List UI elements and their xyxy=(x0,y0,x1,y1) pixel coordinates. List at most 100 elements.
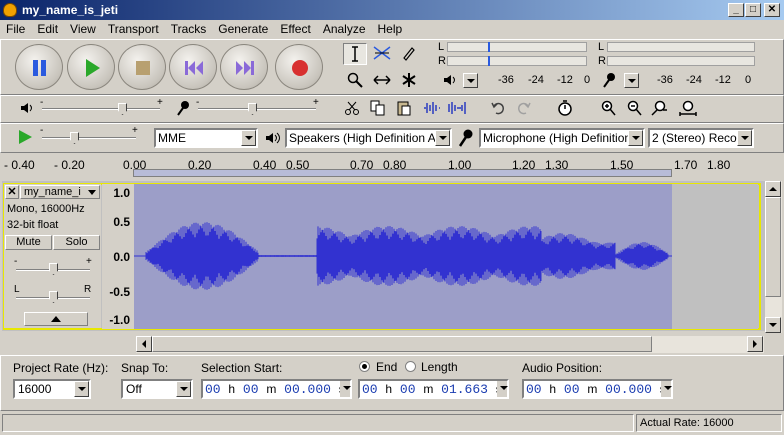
play-speed-slider[interactable] xyxy=(42,137,136,139)
play-scale-12: -12 xyxy=(557,74,573,86)
pencil-icon xyxy=(403,47,415,61)
horizontal-scrollbar[interactable] xyxy=(136,336,764,353)
ruler-tick-label: - 0.20 xyxy=(54,158,85,172)
zoom-tool[interactable] xyxy=(343,70,367,92)
sync-lock-button[interactable] xyxy=(553,98,577,120)
play-scale-36: -36 xyxy=(498,74,514,86)
audio-position-time[interactable]: 00 h 00 m 00.000 s xyxy=(522,379,673,399)
amplitude-label: -0.5 xyxy=(109,285,130,299)
project-rate-select[interactable]: 16000 xyxy=(13,379,91,399)
output-device-select[interactable]: Speakers (High Definition Audio xyxy=(285,128,452,148)
minimize-button[interactable]: _ xyxy=(728,3,744,17)
track-pan-thumb[interactable] xyxy=(49,291,58,303)
track-name-menu[interactable]: my_name_i xyxy=(20,185,100,199)
skip-to-end-button[interactable] xyxy=(220,44,268,90)
end-radio[interactable] xyxy=(359,361,370,372)
zoom-out-button[interactable] xyxy=(622,98,646,120)
menu-effect[interactable]: Effect xyxy=(274,20,316,36)
fit-selection-button[interactable] xyxy=(648,98,672,120)
snap-to-select[interactable]: Off xyxy=(121,379,193,399)
playback-meter-menu[interactable] xyxy=(463,73,479,89)
envelope-tool[interactable] xyxy=(370,43,394,65)
menu-view[interactable]: View xyxy=(64,20,102,36)
multi-tool[interactable] xyxy=(397,70,421,92)
amplitude-label: 0.5 xyxy=(113,215,130,229)
waveform-empty-region[interactable] xyxy=(672,184,758,329)
vertical-scrollbar[interactable] xyxy=(765,181,782,333)
track-collapse-button[interactable] xyxy=(24,312,88,326)
scroll-up-button[interactable] xyxy=(765,181,781,197)
status-message xyxy=(2,414,634,432)
audio-host-select[interactable]: MME xyxy=(154,128,258,148)
skip-to-start-button[interactable] xyxy=(169,44,217,90)
track-gain-thumb[interactable] xyxy=(49,263,58,275)
input-device-select[interactable]: Microphone (High Definition Au xyxy=(479,128,645,148)
track-close-button[interactable]: ✕ xyxy=(5,185,19,199)
menu-help[interactable]: Help xyxy=(372,20,409,36)
draw-tool[interactable] xyxy=(397,43,421,65)
copy-button[interactable] xyxy=(366,98,390,120)
pos-hours: 00 xyxy=(526,382,542,397)
output-volume-slider[interactable] xyxy=(42,108,160,110)
length-radio[interactable] xyxy=(405,361,416,372)
solo-button[interactable]: Solo xyxy=(53,235,100,250)
input-channels-select[interactable]: 2 (Stereo) Record xyxy=(648,128,754,148)
ruler-tick-label: 1.50 xyxy=(610,158,634,172)
pan-right-label: R xyxy=(84,284,92,295)
play-at-speed-button[interactable] xyxy=(16,128,34,149)
amplitude-label: -1.0 xyxy=(109,313,130,327)
i-beam-icon xyxy=(352,46,358,62)
ruler-tick-label: 1.70 xyxy=(674,158,698,172)
scroll-left-button[interactable] xyxy=(136,336,152,352)
menu-transport[interactable]: Transport xyxy=(102,20,165,36)
selection-tool[interactable] xyxy=(343,43,367,65)
pause-button[interactable] xyxy=(15,44,63,90)
record-meter-right xyxy=(607,56,755,66)
mute-button[interactable]: Mute xyxy=(5,235,52,250)
asterisk-icon xyxy=(402,73,416,87)
menu-file[interactable]: File xyxy=(0,20,31,36)
trim-button[interactable] xyxy=(420,98,444,120)
zoom-in-icon xyxy=(601,100,616,116)
vertical-scroll-thumb[interactable] xyxy=(765,197,781,297)
unit-h: h xyxy=(549,382,557,396)
skip-to-end-icon xyxy=(236,61,254,75)
record-button[interactable] xyxy=(275,44,323,90)
selection-start-label: Selection Start: xyxy=(201,361,283,375)
undo-button[interactable] xyxy=(486,98,510,120)
menu-generate[interactable]: Generate xyxy=(212,20,274,36)
magnifier-icon xyxy=(347,72,363,88)
stop-button[interactable] xyxy=(118,44,166,90)
chevron-down-icon xyxy=(497,381,508,397)
paste-button[interactable] xyxy=(392,98,416,120)
double-arrow-icon xyxy=(373,75,391,85)
selection-start-time[interactable]: 00 h 00 m 00.000 s xyxy=(201,379,352,399)
end-hours: 00 xyxy=(362,382,378,397)
timeline-ruler[interactable]: - 0.40 - 0.20 0.00 0.20 0.40 0.50 0.70 0… xyxy=(0,155,784,181)
waveform-display[interactable] xyxy=(134,184,672,329)
cut-button[interactable] xyxy=(340,98,364,120)
menu-edit[interactable]: Edit xyxy=(31,20,64,36)
pos-seconds: 00.000 xyxy=(605,382,652,397)
ruler-tick-label: 0.40 xyxy=(253,158,277,172)
record-meter-menu[interactable] xyxy=(624,73,640,89)
input-volume-slider[interactable] xyxy=(198,108,316,110)
time-shift-tool[interactable] xyxy=(370,70,394,92)
scroll-down-button[interactable] xyxy=(765,317,781,333)
redo-button[interactable] xyxy=(512,98,536,120)
play-icon xyxy=(19,130,32,144)
maximize-button[interactable]: □ xyxy=(745,3,761,17)
selection-end-time[interactable]: 00 h 00 m 01.663 s xyxy=(358,379,509,399)
menu-analyze[interactable]: Analyze xyxy=(317,20,372,36)
scroll-right-button[interactable] xyxy=(747,336,763,352)
fit-project-button[interactable] xyxy=(676,98,700,120)
horizontal-scroll-thumb[interactable] xyxy=(152,336,652,352)
silence-button[interactable] xyxy=(446,98,470,120)
menu-tracks[interactable]: Tracks xyxy=(165,20,213,36)
play-button[interactable] xyxy=(67,44,115,90)
scissors-icon xyxy=(345,101,359,115)
zoom-in-button[interactable] xyxy=(596,98,620,120)
close-button[interactable]: ✕ xyxy=(764,3,780,17)
snap-to-label: Snap To: xyxy=(121,361,169,375)
unit-m: m xyxy=(266,382,277,396)
